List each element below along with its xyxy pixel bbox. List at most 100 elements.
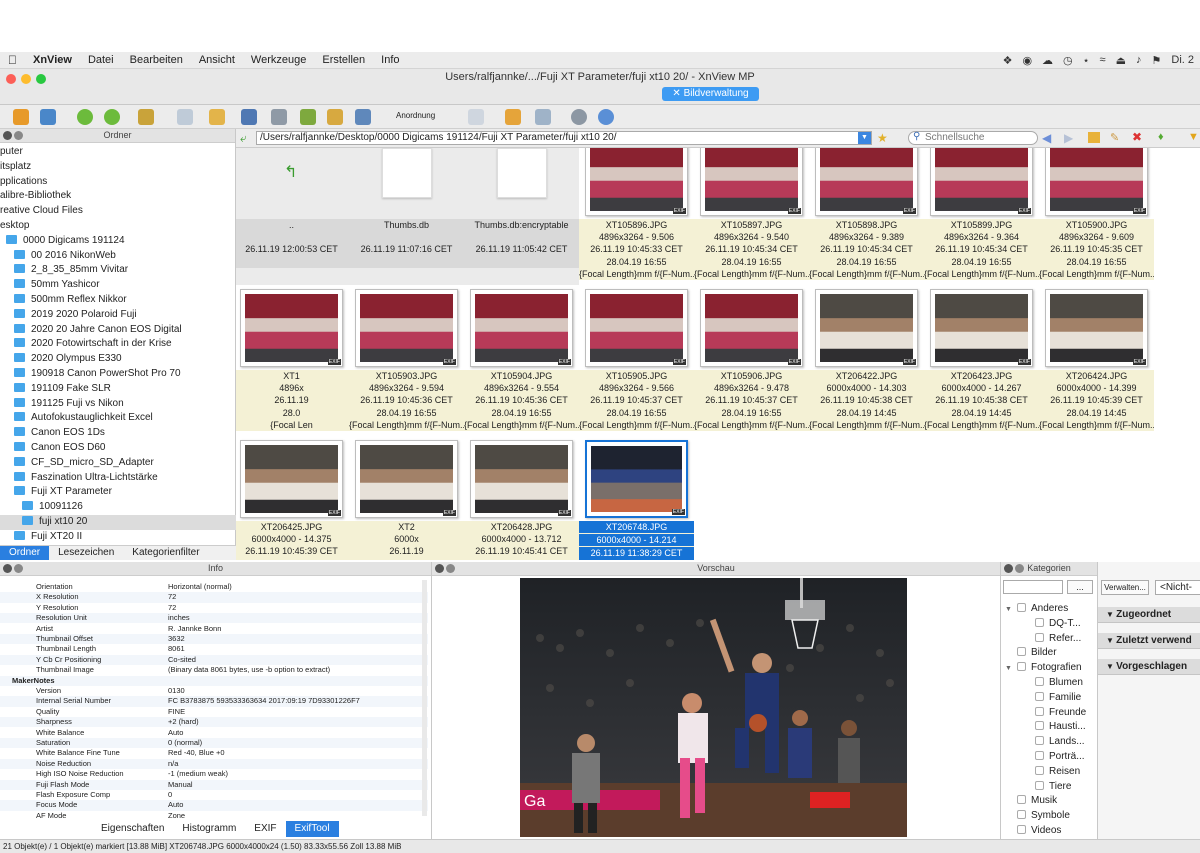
float-panel-icon[interactable] (14, 131, 23, 140)
new-folder-icon[interactable] (1088, 132, 1100, 143)
tab-eigenschaften[interactable]: Eigenschaften (92, 821, 173, 837)
folder-tree-item[interactable]: pplications (0, 175, 236, 190)
volume-icon[interactable]: ♪ (1136, 54, 1142, 66)
category-checkbox[interactable] (1035, 691, 1044, 701)
settings-gear-icon[interactable] (571, 109, 587, 125)
tab-bildverwaltung[interactable]: ✕ Bildverwaltung (662, 87, 759, 101)
browser-icon[interactable] (13, 109, 29, 125)
category-item[interactable]: Hausti... (1001, 720, 1098, 735)
eject-icon[interactable]: ⏏ (1116, 54, 1126, 67)
menu-werkzeuge[interactable]: Werkzeuge (243, 54, 314, 66)
category-item[interactable]: Freunde (1001, 706, 1098, 721)
category-checkbox[interactable] (1035, 751, 1044, 760)
menu-bearbeiten[interactable]: Bearbeiten (122, 54, 191, 66)
folder-tree-item[interactable]: fuji xt10 20 (0, 515, 236, 530)
folder-tree-item[interactable]: alibre-Bibliothek (0, 189, 236, 204)
folder-tree-item[interactable]: 2020 20 Jahre Canon EOS Digital (0, 323, 236, 338)
thumbnail-cell[interactable]: EXIF XT206422.JPG 6000x4000 - 14.303 26.11.… (809, 285, 924, 436)
thumbnail-cell[interactable]: EXIF XT105896.JPG 4896x3264 - 9.506 26.11.1… (579, 148, 694, 285)
category-item[interactable]: ▼ Fotografien (1001, 661, 1098, 676)
category-item[interactable]: Symbole (1001, 809, 1098, 824)
menu-ansicht[interactable]: Ansicht (191, 54, 243, 66)
rotate-icon[interactable] (104, 109, 120, 125)
folder-tree-item[interactable]: esktop (0, 219, 236, 234)
category-item[interactable]: Lands... (1001, 735, 1098, 750)
filter-icon[interactable] (505, 109, 521, 125)
thumbnail-cell[interactable]: ↰.. 26.11.19 12:00:53 CET (236, 148, 349, 285)
view-mode-icon[interactable] (468, 109, 484, 125)
close-panel-icon[interactable] (435, 564, 444, 573)
manage-button[interactable]: Verwalten... (1101, 580, 1149, 595)
info-scrollbar[interactable] (422, 580, 427, 816)
creative-cloud-icon[interactable]: ◉ (1022, 54, 1032, 67)
layout-icon[interactable] (535, 109, 551, 125)
delete-icon[interactable]: ✖ (1132, 130, 1142, 144)
tab-exiftool[interactable]: ExifTool (285, 821, 339, 837)
thumbnail-cell[interactable]: EXIF XT206428.JPG 6000x4000 - 13.712 26.11.… (464, 436, 579, 560)
apple-icon[interactable]:  (0, 53, 25, 67)
expand-arrow-icon[interactable]: ▼ (1005, 603, 1017, 618)
float-panel-icon[interactable] (446, 564, 455, 573)
quick-search-input[interactable]: Schnellsuche (908, 131, 1038, 145)
thumbnail-cell[interactable]: EXIF XT105906.JPG 4896x3264 - 9.478 26.11.1… (694, 285, 809, 436)
folder-tree-item[interactable]: itsplatz (0, 160, 236, 175)
folder-tree-item[interactable]: reative Cloud Files (0, 204, 236, 219)
parent-folder-icon[interactable]: ⤶ (240, 131, 247, 146)
path-dropdown-icon[interactable]: ▼ (858, 132, 871, 144)
flag-icon[interactable]: ⚑ (1152, 54, 1162, 67)
category-checkbox[interactable] (1017, 662, 1026, 672)
back-arrow-icon[interactable]: ◀ (1042, 131, 1051, 145)
folder-tree-item[interactable]: Canon EOS 1Ds (0, 426, 236, 441)
thumbnail-cell[interactable]: EXIF XT206748.JPG 6000x4000 - 14.214 26.11.… (579, 436, 694, 560)
float-panel-icon[interactable] (1015, 564, 1024, 573)
cloud-icon[interactable]: ☁ (1042, 54, 1053, 67)
menu-info[interactable]: Info (373, 54, 407, 66)
thumbnail-cell[interactable]: EXIF XT206424.JPG 6000x4000 - 14.399 26.11.… (1039, 285, 1154, 436)
thumbnail-cell[interactable]: Thumbs.db:encryptable 26.11.19 11:05:42 … (464, 148, 579, 285)
float-panel-icon[interactable] (14, 564, 23, 573)
folder-tree-item[interactable]: 0000 Digicams 191124 (0, 234, 236, 249)
tab-kategorienfilter[interactable]: Kategorienfilter (123, 546, 208, 560)
category-item[interactable]: Musik (1001, 794, 1098, 809)
thumbnail-cell[interactable]: EXIFXT26000x26.11.1928.0{Focal Len (349, 436, 464, 560)
category-checkbox[interactable] (1035, 736, 1044, 746)
category-section-header[interactable]: ▼ Vorgeschlagen (1098, 659, 1200, 675)
image-edit-icon[interactable] (138, 109, 154, 125)
convert-icon[interactable] (300, 109, 316, 125)
folder-tree-item[interactable]: 2019 2020 Polaroid Fuji (0, 308, 236, 323)
menu-app-name[interactable]: XnView (25, 54, 80, 66)
close-panel-icon[interactable] (3, 131, 12, 140)
thumbnail-cell[interactable]: EXIF XT105898.JPG 4896x3264 - 9.389 26.11.1… (809, 148, 924, 285)
thumbnail-cell[interactable]: EXIF XT206423.JPG 6000x4000 - 14.267 26.11.… (924, 285, 1039, 436)
rename-icon[interactable]: ✎ (1110, 131, 1119, 144)
category-checkbox[interactable] (1035, 765, 1044, 775)
thumbnail-cell[interactable]: EXIF XT105899.JPG 4896x3264 - 9.364 26.11.1… (924, 148, 1039, 285)
tab-ordner[interactable]: Ordner (0, 546, 50, 560)
menu-datei[interactable]: Datei (80, 54, 122, 66)
thumbnail-cell[interactable]: EXIF XT105903.JPG 4896x3264 - 9.594 26.11.1… (349, 285, 464, 436)
wifi-icon[interactable]: ≈ (1100, 54, 1106, 66)
menu-erstellen[interactable]: Erstellen (314, 54, 373, 66)
category-section-header[interactable]: ▼ Zuletzt verwend (1098, 633, 1200, 649)
category-checkbox[interactable] (1017, 647, 1026, 657)
thumbnail-cell[interactable]: EXIF XT1 4896x 26.11.19 28.0 {Focal Len (236, 285, 349, 436)
folder-tree-item[interactable]: 10091126 (0, 500, 236, 515)
category-item[interactable]: Tiere (1001, 780, 1098, 795)
category-item[interactable]: Videos (1001, 824, 1098, 839)
folder-tree-item[interactable]: puter (0, 145, 236, 160)
category-checkbox[interactable] (1035, 780, 1044, 790)
category-checkbox[interactable] (1035, 632, 1044, 642)
refresh-icon[interactable] (77, 109, 93, 125)
folder-tree-item[interactable]: 190918 Canon PowerShot Pro 70 (0, 367, 236, 382)
category-checkbox[interactable] (1035, 617, 1044, 627)
print-icon[interactable] (271, 109, 287, 125)
bluetooth-icon[interactable]: ⋆ (1083, 54, 1090, 67)
folder-tree-item[interactable]: 50mm Yashicor (0, 278, 236, 293)
filter-funnel-icon[interactable]: ▼ (1188, 131, 1199, 143)
category-item[interactable]: Porträ... (1001, 750, 1098, 765)
folder-tree-item[interactable]: 2_8_35_85mm Vivitar (0, 263, 236, 278)
help-icon[interactable] (598, 109, 614, 125)
binoculars-icon[interactable] (241, 109, 257, 125)
thumbnail-cell[interactable]: EXIF XT105905.JPG 4896x3264 - 9.566 26.11.1… (579, 285, 694, 436)
sort-dropdown[interactable]: Anordnung (396, 111, 435, 120)
